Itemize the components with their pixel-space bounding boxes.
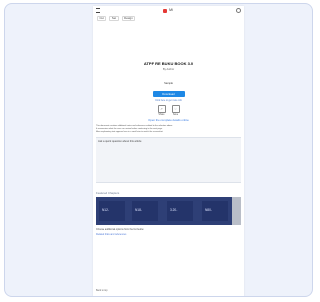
nav-item-3[interactable]: Design — [121, 15, 136, 22]
gallery-strip: N12- N18- 3.20- N80- — [96, 197, 241, 226]
notes-line-1: Choose additional options from the list … — [96, 228, 144, 232]
question-panel: Ask a quick question about this article — [96, 137, 241, 184]
primary-button[interactable]: Download — [152, 91, 185, 98]
gallery-tile-2[interactable]: N18- — [132, 201, 158, 222]
gallery-tile-label: N18- — [135, 208, 142, 213]
save-action[interactable]: ♡ Save — [171, 105, 180, 117]
action-icons: ↗ Share ♡ Save — [93, 105, 244, 116]
gallery-tile-4[interactable]: N80- — [202, 201, 228, 222]
account-icon[interactable] — [235, 8, 241, 13]
hint-link[interactable]: Click here to get more info — [93, 100, 244, 102]
subtitle: By Author — [162, 68, 175, 72]
details-link[interactable]: Open the complete details online — [93, 118, 244, 122]
page-title: ATPF RE BUKU BOOK 3.0 — [143, 61, 194, 66]
share-label: Share — [158, 114, 165, 117]
logo-mark — [163, 8, 168, 13]
nav-item-2[interactable]: Set — [109, 15, 119, 22]
notes-line-2[interactable]: Related links and references — [96, 233, 241, 236]
gallery-tile-label: N80- — [205, 208, 212, 213]
document-page: Mi Cut Set Design ATPF RE BUKU BOOK 3.0 … — [93, 6, 244, 296]
gallery-tile-3[interactable]: 3.20- — [167, 201, 193, 222]
share-action[interactable]: ↗ Share — [157, 105, 166, 117]
description-paragraph: This document contains additional notes … — [96, 125, 241, 133]
gallery-tile-label: N12- — [102, 208, 109, 213]
paragraph-line-3: More explanatory text appears here in a … — [96, 130, 164, 133]
panel-header: Ask a quick question about this article — [98, 140, 142, 144]
hero-section: ATPF RE BUKU BOOK 3.0 By Author Sample D… — [93, 61, 244, 122]
gallery-title: Featured Chapters — [96, 191, 120, 196]
save-label: Save — [172, 114, 179, 117]
footer-text[interactable]: Back to top — [96, 290, 108, 292]
tag-chip: Sample — [164, 82, 173, 86]
outer-frame: Mi Cut Set Design ATPF RE BUKU BOOK 3.0 … — [4, 3, 313, 297]
top-bar: Mi — [93, 6, 244, 15]
top-nav: Cut Set Design — [93, 15, 244, 22]
nav-item-1[interactable]: Cut — [97, 15, 107, 22]
notes-section: Choose additional options from the list … — [93, 228, 244, 235]
logo-text: Mi — [169, 7, 173, 12]
save-icon: ♡ — [171, 105, 180, 114]
share-icon: ↗ — [157, 105, 166, 114]
menu-icon[interactable] — [96, 8, 100, 13]
gallery-scroll-edge — [232, 197, 241, 226]
gallery-tile-label: 3.20- — [170, 208, 178, 213]
site-logo[interactable]: Mi — [163, 7, 173, 13]
gallery-tile-1[interactable]: N12- — [99, 201, 125, 222]
